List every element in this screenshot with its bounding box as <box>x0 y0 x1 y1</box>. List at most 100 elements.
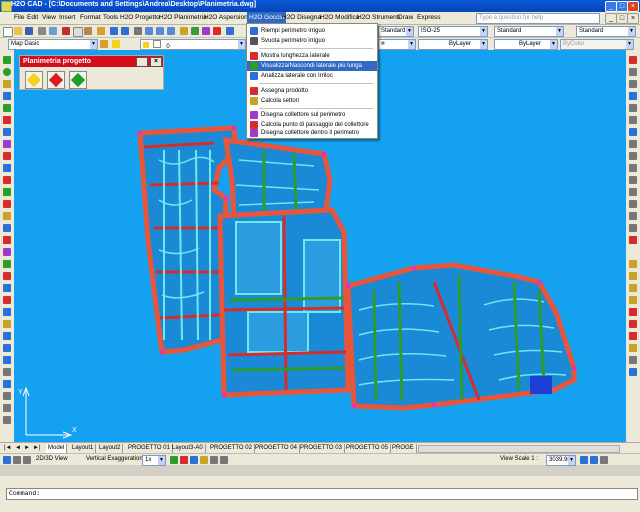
pressure-icon[interactable] <box>3 284 11 292</box>
copy-object-icon[interactable] <box>629 68 637 76</box>
elbow-icon[interactable] <box>3 248 11 256</box>
polyline-icon[interactable] <box>3 80 11 88</box>
chamfer-icon[interactable] <box>629 212 637 220</box>
break-icon[interactable] <box>629 188 637 196</box>
sprinkler-icon[interactable] <box>3 152 11 160</box>
menu-item-mostra-lunghezza[interactable]: Mostra lunghezza laterale <box>247 51 377 61</box>
paste-icon[interactable] <box>84 27 92 35</box>
line-icon[interactable] <box>3 56 11 64</box>
menu-edit[interactable]: Edit <box>27 14 38 21</box>
osnap-endpoint-icon[interactable] <box>629 260 637 268</box>
red-diamond-button[interactable] <box>47 71 65 89</box>
terrain-icon[interactable] <box>170 456 178 464</box>
flow-icon[interactable] <box>3 272 11 280</box>
menu-view[interactable]: View <box>42 14 56 21</box>
markup-icon[interactable] <box>213 27 221 35</box>
zoom-realtime-icon[interactable] <box>145 27 153 35</box>
insert-block-icon[interactable] <box>3 344 11 352</box>
open-folder-icon[interactable] <box>14 27 22 35</box>
drip-emitter-icon[interactable] <box>3 200 11 208</box>
tab-progetto-01[interactable]: PROGETTO 01 <box>126 444 173 453</box>
palette-title-bar[interactable]: Planimetria progetto × <box>20 56 163 67</box>
pipe-icon[interactable] <box>3 164 11 172</box>
trim-icon[interactable] <box>629 164 637 172</box>
zoom-window-icon[interactable] <box>156 27 164 35</box>
label-icon[interactable] <box>3 308 11 316</box>
tab-layout2[interactable]: Layout2 <box>97 444 124 453</box>
menu-item-assegna-prodotto[interactable]: Assegna prodotto <box>247 86 377 96</box>
surface-icon[interactable] <box>190 456 198 464</box>
close-button[interactable]: × <box>627 1 639 12</box>
help-icon[interactable] <box>226 27 234 35</box>
camera-icon[interactable] <box>23 456 31 464</box>
controller-icon[interactable] <box>3 212 11 220</box>
extend-icon[interactable] <box>629 176 637 184</box>
revcloud-icon[interactable] <box>3 404 11 412</box>
menu-item-calcola-settori[interactable]: Calcola settori <box>247 96 377 106</box>
menu-format[interactable]: Format <box>80 14 101 21</box>
fillet-icon[interactable] <box>629 224 637 232</box>
table-icon[interactable] <box>3 140 11 148</box>
help-search-input[interactable]: Type a question for help <box>476 13 600 24</box>
zoom-icon[interactable] <box>580 456 588 464</box>
yellow-diamond-button[interactable] <box>25 71 43 89</box>
mirror-icon[interactable] <box>629 80 637 88</box>
menu-express[interactable]: Express <box>417 14 440 21</box>
hatch-icon[interactable] <box>3 116 11 124</box>
menu-h2o-disegna[interactable]: H2O Disegna <box>282 14 321 21</box>
menu-file[interactable]: File <box>14 14 24 21</box>
tab-layout1[interactable]: Layout1 <box>70 444 97 453</box>
palette-options-button[interactable] <box>136 57 148 67</box>
view-globe-icon[interactable] <box>3 456 11 464</box>
menu-h2o-modifica[interactable]: H2O Modifica <box>320 14 359 21</box>
tab-last-button[interactable]: ►| <box>31 444 43 453</box>
tab-model[interactable]: Model <box>46 444 68 453</box>
command-line-input[interactable]: Command: <box>6 488 638 500</box>
tab-progetto-03[interactable]: PROGETTO 03 <box>298 444 345 453</box>
text-style-combo[interactable]: Standard ▼ <box>378 26 414 37</box>
fitting-icon[interactable] <box>3 224 11 232</box>
map-combo[interactable]: Map Dasic ▼ <box>8 39 98 50</box>
green-diamond-button[interactable] <box>69 71 87 89</box>
view-scale-combo[interactable]: 3039.96 ▼ <box>546 455 576 466</box>
explode-icon[interactable] <box>629 236 637 244</box>
new-file-icon[interactable] <box>3 27 13 37</box>
menu-item-visualizza-nascondi[interactable]: Visualizza/Nascondi laterale più lunga <box>247 61 377 71</box>
copy-icon[interactable] <box>73 27 83 37</box>
lineweight-combo[interactable]: ByLayer ▼ <box>494 39 558 50</box>
arc-icon[interactable] <box>3 104 11 112</box>
tee-icon[interactable] <box>3 236 11 244</box>
print-icon[interactable] <box>38 27 46 35</box>
table-style-combo[interactable]: Standard ▼ <box>494 26 564 37</box>
make-block-icon[interactable] <box>3 356 11 364</box>
reducer-icon[interactable] <box>3 260 11 268</box>
osnap-nearest-icon[interactable] <box>629 332 637 340</box>
tool-palettes-icon[interactable] <box>202 27 210 35</box>
menu-draw[interactable]: Draw <box>398 14 413 21</box>
extents-icon[interactable] <box>600 456 608 464</box>
osnap-settings-icon[interactable] <box>629 368 637 376</box>
menu-item-disegna-collettore-dentro[interactable]: Disegna collettore dentro il perimetro <box>247 128 377 138</box>
osnap-center-icon[interactable] <box>629 296 637 304</box>
join-icon[interactable] <box>629 200 637 208</box>
osnap-node-icon[interactable] <box>629 344 637 352</box>
cut-icon[interactable] <box>62 27 70 35</box>
menu-tools[interactable]: Tools <box>103 14 118 21</box>
menu-h2o-strumenti[interactable]: H2O Strumenti <box>357 14 400 21</box>
flyby-icon[interactable] <box>220 456 228 464</box>
drape-icon[interactable] <box>180 456 188 464</box>
preview-icon[interactable] <box>49 27 57 35</box>
osnap-tangent-icon[interactable] <box>629 320 637 328</box>
menu-item-disegna-collettore-perimetro[interactable]: Disegna collettore sul perimetro <box>247 110 377 120</box>
wipeout-icon[interactable] <box>3 416 11 424</box>
dimstyle-combo[interactable]: ISO-25 ▼ <box>418 26 488 37</box>
rectangle-icon[interactable] <box>3 92 11 100</box>
spline-icon[interactable] <box>3 380 11 388</box>
save-icon[interactable] <box>25 27 33 35</box>
scale-icon[interactable] <box>629 140 637 148</box>
menu-item-svuota[interactable]: Svuota perimetro irriguo <box>247 36 377 46</box>
menu-h2o-aspersione[interactable]: H2O Aspersione <box>204 14 251 21</box>
osnap-none-icon[interactable] <box>629 356 637 364</box>
design-center-icon[interactable] <box>191 27 199 35</box>
region-icon[interactable] <box>3 128 11 136</box>
